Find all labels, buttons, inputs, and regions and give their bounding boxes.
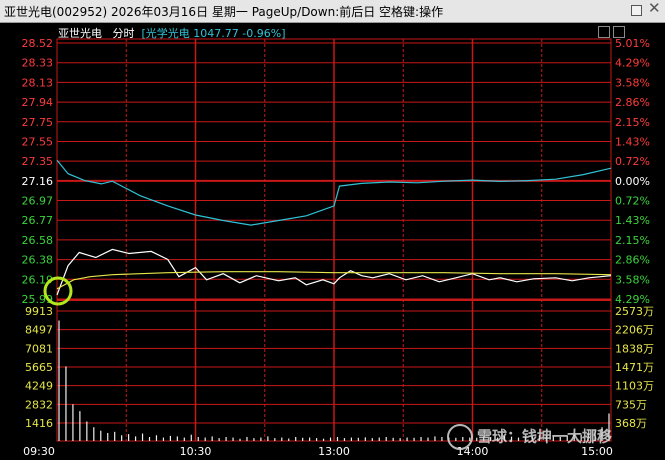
price-tick-label: 26.38 — [22, 254, 54, 267]
pct-tick-label: 1.43% — [615, 135, 650, 148]
watermark: 雪球：钱坤一大挪移 — [447, 424, 612, 450]
chart-header: 亚世光电 分时 [光学光电 1047.77 -0.96%] — [58, 25, 286, 41]
subwindow-close-button[interactable] — [613, 26, 625, 38]
pct-tick-label: 2.15% — [615, 234, 650, 247]
pct-tick-label: 4.29% — [615, 57, 650, 70]
pct-tick-label: 2.15% — [615, 116, 650, 129]
volume-tick-label: 1416 — [25, 417, 53, 430]
pct-tick-label: 3.58% — [615, 273, 650, 286]
watermark-text: 雪球：钱坤一大挪移 — [477, 427, 613, 446]
pct-tick-label: 0.72% — [615, 195, 650, 208]
pct-tick-label: 1.43% — [615, 214, 650, 227]
amount-tick-label: 2206万 — [615, 324, 654, 337]
amount-tick-label: 735万 — [615, 398, 647, 411]
price-tick-label: 28.13 — [22, 76, 54, 89]
pct-tick-label: 2.86% — [615, 96, 650, 109]
pct-tick-label: 5.01% — [615, 37, 650, 50]
index-value: 1047.77 — [193, 27, 239, 40]
volume-tick-label: 7081 — [25, 342, 53, 355]
time-tick-label: 13:00 — [318, 445, 350, 458]
stock-name: 亚世光电 — [58, 27, 102, 40]
pct-tick-label: 3.58% — [615, 76, 650, 89]
subwindow-restore-button[interactable] — [598, 26, 610, 38]
chart-canvas[interactable]: 28.52 5.01% 28.33 4.29% 28.13 3.58% 27.94 2.86%… — [0, 0, 665, 460]
time-tick-label: 10:30 — [180, 445, 212, 458]
pct-tick-label: 2.86% — [615, 254, 650, 267]
index-change: -0.96%] — [242, 27, 286, 40]
price-tick-label: 27.55 — [22, 135, 54, 148]
price-tick-label: 27.35 — [22, 155, 54, 168]
price-tick-label: 27.94 — [22, 96, 54, 109]
price-tick-label: 28.52 — [22, 37, 54, 50]
chart-mode: 分时 — [112, 27, 135, 40]
amount-tick-label: 1103万 — [615, 380, 654, 393]
intraday-chart-window: 亚世光电(002952) 2026年03月16日 星期一 PageUp/Down… — [0, 0, 665, 460]
price-tick-label: 26.58 — [22, 234, 54, 247]
amount-tick-label: 1471万 — [615, 361, 654, 374]
volume-tick-label: 8497 — [25, 324, 53, 337]
price-tick-label: 26.77 — [22, 214, 54, 227]
price-tick-label: 28.33 — [22, 57, 54, 70]
amount-tick-label: 368万 — [615, 417, 647, 430]
amount-tick-label: 2573万 — [615, 305, 654, 318]
index-name: [光学光电 — [141, 27, 190, 40]
pct-tick-label: 0.00% — [615, 175, 650, 188]
price-tick-label: 27.75 — [22, 116, 54, 129]
volume-tick-label: 9913 — [25, 305, 53, 318]
snowball-logo-icon — [447, 424, 473, 450]
volume-tick-label: 2832 — [25, 398, 53, 411]
volume-tick-label: 4249 — [25, 380, 53, 393]
price-tick-label: 26.97 — [22, 195, 54, 208]
price-tick-label: 27.16 — [22, 175, 54, 188]
amount-tick-label: 1838万 — [615, 342, 654, 355]
volume-tick-label: 5665 — [25, 361, 53, 374]
pct-tick-label: 0.72% — [615, 155, 650, 168]
time-tick-label: 09:30 — [23, 445, 55, 458]
